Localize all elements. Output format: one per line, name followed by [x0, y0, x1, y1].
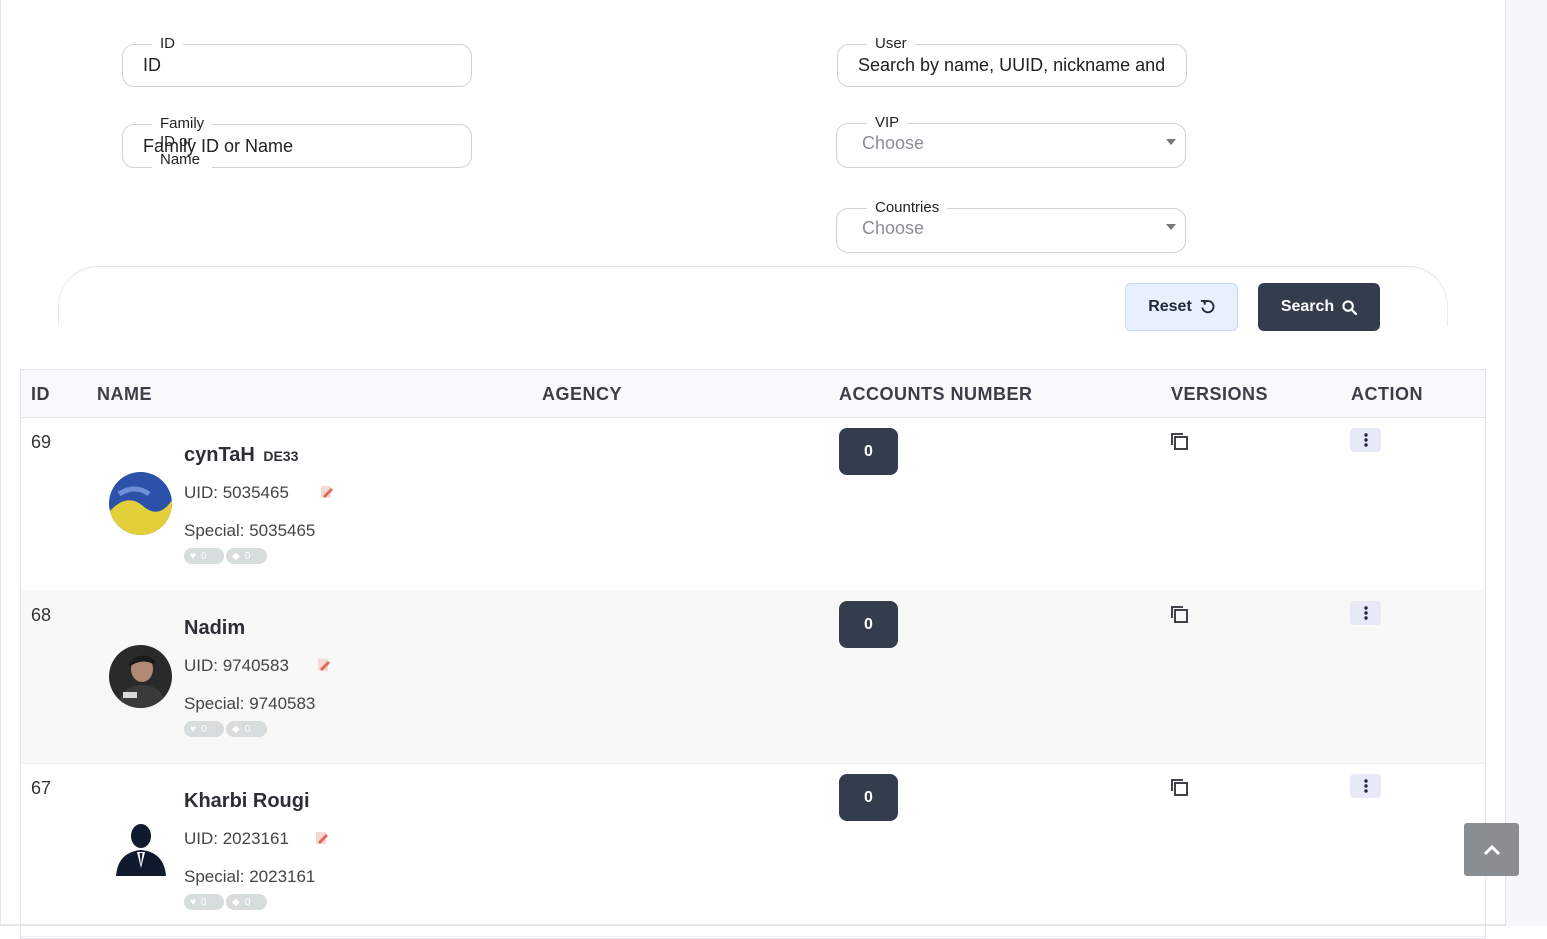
user-uid: UID: 2023161	[184, 829, 289, 848]
user-name: cynTaH DE33	[184, 444, 298, 467]
accounts-number-badge[interactable]: 0	[839, 428, 898, 475]
row-id: 67	[31, 778, 52, 798]
diamond-count: 0	[244, 550, 251, 562]
header-agency[interactable]: AGENCY	[542, 384, 622, 405]
diamond-icon: ◆	[232, 723, 240, 735]
table-header: ID NAME AGENCY ACCOUNTS NUMBER VERSIONS …	[21, 370, 1485, 418]
row-id: 68	[31, 605, 52, 625]
right-gutter	[1505, 0, 1547, 926]
chevron-down-icon	[1166, 139, 1176, 145]
diamond-count-badge: ◆ 0	[226, 548, 267, 564]
edit-icon[interactable]	[320, 485, 334, 499]
heart-count-badge: ♥ 0	[184, 548, 224, 564]
header-accounts-number[interactable]: ACCOUNTS NUMBER	[839, 384, 1033, 405]
heart-icon: ♥	[190, 723, 196, 735]
heart-count: 0	[200, 723, 207, 735]
diamond-icon: ◆	[232, 896, 240, 908]
heart-count-badge: ♥ 0	[184, 721, 224, 737]
reset-button[interactable]: Reset	[1125, 283, 1238, 331]
user-name: Kharbi Rougi	[184, 790, 310, 812]
avatar-flag-image	[109, 472, 172, 535]
header-name[interactable]: NAME	[97, 384, 152, 405]
row-action-button[interactable]	[1350, 774, 1381, 798]
countries-select-value: Choose	[862, 218, 925, 238]
table-row: 68 Nadim UID: 9740583 Special: 9740583 ♥…	[21, 590, 1485, 764]
user-label: User	[867, 35, 915, 53]
search-button-label: Search	[1280, 298, 1335, 315]
vip-select-value: Choose	[862, 133, 925, 153]
heart-count: 0	[200, 896, 207, 908]
header-versions[interactable]: VERSIONS	[1171, 384, 1268, 405]
scroll-to-top-button[interactable]	[1464, 823, 1519, 876]
avatar[interactable]	[109, 472, 172, 535]
copy-icon[interactable]	[1169, 777, 1191, 799]
search-icon	[1342, 299, 1358, 315]
user-special-id: Special: 9740583	[184, 694, 316, 713]
edit-icon[interactable]	[315, 831, 329, 845]
user-name: Nadim	[184, 617, 246, 639]
id-input-value: ID	[143, 55, 161, 75]
user-uid: UID: 9740583	[184, 656, 289, 675]
users-table: ID NAME AGENCY ACCOUNTS NUMBER VERSIONS …	[20, 369, 1486, 939]
undo-icon	[1200, 299, 1215, 313]
page-left-border	[0, 0, 1, 926]
kebab-icon	[1363, 433, 1368, 447]
vip-label: VIP	[867, 114, 908, 132]
countries-label: Countries	[867, 199, 948, 217]
copy-icon[interactable]	[1169, 604, 1191, 626]
avatar-photo-image	[109, 645, 172, 708]
copy-icon[interactable]	[1169, 431, 1191, 453]
chevron-up-icon	[1483, 844, 1500, 855]
avatar-silhouette-image	[109, 818, 172, 881]
accounts-number-badge[interactable]: 0	[839, 601, 898, 648]
diamond-count-badge: ◆ 0	[226, 894, 267, 910]
edit-icon[interactable]	[317, 658, 331, 672]
search-button[interactable]: Search	[1258, 283, 1380, 331]
family-input-value: Family ID or Name	[143, 136, 294, 156]
user-name-text: cynTaH	[184, 444, 255, 466]
reset-button-label: Reset	[1148, 298, 1192, 315]
avatar[interactable]	[109, 818, 172, 881]
heart-count: 0	[200, 550, 207, 562]
user-input-value: Search by name, UUID, nickname and	[858, 55, 1166, 75]
row-action-button[interactable]	[1350, 428, 1381, 452]
row-action-button[interactable]	[1350, 601, 1381, 625]
user-special-id: Special: 5035465	[184, 521, 316, 540]
table-row: 69 cynTaH DE33 UID: 5035465 Special: 503…	[21, 417, 1485, 591]
diamond-count: 0	[244, 896, 251, 908]
user-name-suffix: DE33	[263, 448, 299, 464]
avatar[interactable]	[109, 645, 172, 708]
kebab-icon	[1363, 779, 1368, 793]
heart-icon: ♥	[190, 550, 196, 562]
id-label: ID	[152, 35, 183, 53]
user-uid: UID: 5035465	[184, 483, 289, 502]
diamond-count: 0	[244, 723, 251, 735]
row-id: 69	[31, 432, 52, 452]
filter-divider	[58, 266, 1448, 326]
accounts-number-badge[interactable]: 0	[839, 774, 898, 821]
table-row: 67 Kharbi Rougi UID: 2023161 Special: 20…	[21, 763, 1485, 937]
header-action[interactable]: ACTION	[1351, 384, 1423, 405]
kebab-icon	[1363, 606, 1368, 620]
user-special-id: Special: 2023161	[184, 867, 316, 886]
diamond-icon: ◆	[232, 550, 240, 562]
header-id[interactable]: ID	[31, 384, 50, 405]
diamond-count-badge: ◆ 0	[226, 721, 267, 737]
heart-icon: ♥	[190, 896, 196, 908]
heart-count-badge: ♥ 0	[184, 894, 224, 910]
chevron-down-icon	[1166, 224, 1176, 230]
